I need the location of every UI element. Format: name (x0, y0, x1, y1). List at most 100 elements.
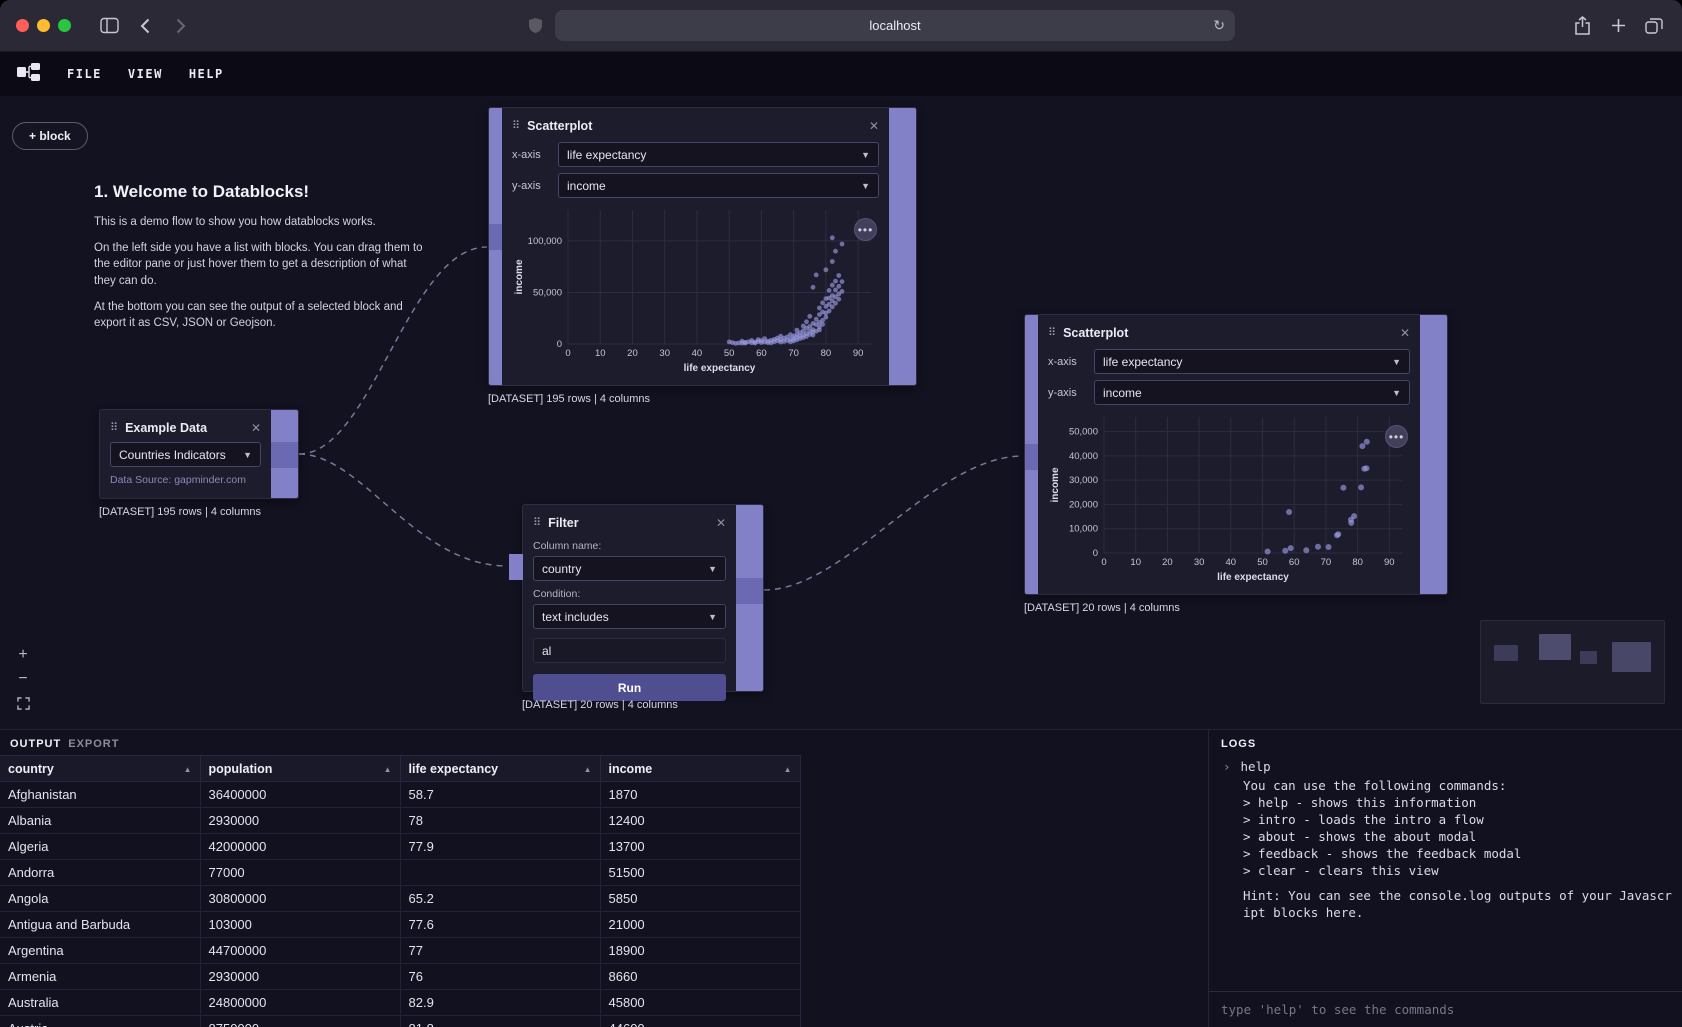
log-line: Hint: You can see the console.log output… (1243, 887, 1674, 921)
fit-view-button[interactable] (12, 692, 34, 714)
x-axis-select[interactable]: life expectancy▼ (558, 142, 879, 167)
svg-text:20,000: 20,000 (1069, 499, 1098, 510)
condition-select[interactable]: text includes▼ (533, 604, 726, 629)
more-options-button[interactable]: ••• (854, 218, 877, 241)
column-header-country[interactable]: ▲country (0, 756, 200, 782)
svg-text:10: 10 (595, 348, 606, 359)
chevron-down-icon: ▼ (708, 612, 717, 622)
share-icon[interactable] (1570, 14, 1594, 38)
menu-file[interactable]: FILE (67, 67, 102, 81)
close-icon[interactable]: ✕ (251, 422, 261, 434)
reload-icon[interactable]: ↻ (1213, 17, 1225, 34)
sort-icon[interactable]: ▲ (584, 765, 592, 774)
node-scatterplot-2[interactable]: ⠿ Scatterplot ✕ x-axis life expectancy▼ … (1024, 314, 1448, 595)
x-axis-select[interactable]: life expectancy▼ (1094, 349, 1410, 374)
drag-handle-icon[interactable]: ⠿ (1048, 328, 1056, 339)
close-window-button[interactable] (16, 19, 29, 32)
input-port-strip[interactable] (489, 108, 502, 385)
menu-help[interactable]: HELP (189, 67, 224, 81)
privacy-shield-icon[interactable] (528, 17, 543, 34)
input-port-strip[interactable] (1025, 315, 1038, 594)
chevron-down-icon: ▼ (861, 181, 870, 191)
output-table: ▲country▲population▲life expectancy▲inco… (0, 755, 801, 1027)
node-titlebar[interactable]: ⠿ Scatterplot ✕ (1048, 323, 1410, 343)
drag-handle-icon[interactable]: ⠿ (110, 423, 118, 434)
node-titlebar[interactable]: ⠿ Example Data ✕ (110, 418, 261, 438)
x-axis-label: x-axis (1048, 356, 1086, 368)
sort-icon[interactable]: ▲ (784, 765, 792, 774)
input-port[interactable] (489, 224, 502, 250)
sidebar-toggle-icon[interactable] (97, 14, 121, 38)
close-icon[interactable]: ✕ (869, 120, 879, 132)
browser-chrome: localhost ↻ (0, 0, 1682, 52)
svg-text:30,000: 30,000 (1069, 475, 1098, 486)
y-axis-select[interactable]: income▼ (1094, 380, 1410, 405)
node-title: Scatterplot (1063, 326, 1128, 340)
zoom-in-button[interactable]: + (12, 644, 34, 666)
more-options-button[interactable]: ••• (1385, 425, 1408, 448)
run-button[interactable]: Run (533, 674, 726, 701)
column-header-income[interactable]: ▲income (600, 756, 800, 782)
tab-output[interactable]: OUTPUT (10, 738, 61, 750)
dataset-select[interactable]: Countries Indicators▼ (110, 442, 261, 467)
zoom-window-button[interactable] (58, 19, 71, 32)
column-select[interactable]: country▼ (533, 556, 726, 581)
close-icon[interactable]: ✕ (1400, 327, 1410, 339)
node-title: Example Data (125, 421, 207, 435)
chevron-down-icon: ▼ (1392, 388, 1401, 398)
log-line: > feedback - shows the feedback modal (1243, 845, 1674, 862)
forward-button[interactable] (169, 14, 193, 38)
svg-text:10: 10 (1130, 557, 1141, 568)
minimize-window-button[interactable] (37, 19, 50, 32)
dataset-caption: [DATASET] 195 rows | 4 columns (488, 393, 650, 405)
column-header-population[interactable]: ▲population (200, 756, 400, 782)
node-filter[interactable]: ⠿ Filter ✕ Column name: country▼ Conditi… (522, 504, 764, 692)
url-bar[interactable]: localhost ↻ (555, 10, 1235, 41)
node-example-data[interactable]: ⠿ Example Data ✕ Countries Indicators▼ D… (99, 409, 299, 499)
output-port[interactable] (736, 578, 763, 604)
tab-export[interactable]: EXPORT (68, 738, 119, 750)
flow-canvas[interactable]: + block 1. Welcome to Datablocks! This i… (0, 96, 1682, 729)
log-line: You can use the following commands: (1243, 777, 1674, 794)
logs-input-row (1209, 991, 1682, 1027)
tab-overview-icon[interactable] (1642, 14, 1666, 38)
add-block-button[interactable]: + block (12, 122, 88, 150)
output-port-strip[interactable] (1420, 315, 1447, 594)
menu-view[interactable]: VIEW (128, 67, 163, 81)
close-icon[interactable]: ✕ (716, 517, 726, 529)
back-button[interactable] (133, 14, 157, 38)
svg-text:40,000: 40,000 (1069, 451, 1098, 462)
node-scatterplot-1[interactable]: ⠿ Scatterplot ✕ x-axis life expectancy▼ … (488, 107, 917, 386)
drag-handle-icon[interactable]: ⠿ (512, 121, 520, 132)
filter-query-field[interactable] (533, 638, 726, 663)
svg-text:40: 40 (1226, 557, 1237, 568)
svg-text:30: 30 (659, 348, 670, 359)
svg-text:20: 20 (1162, 557, 1173, 568)
logs-command-input[interactable] (1221, 1002, 1670, 1017)
svg-text:70: 70 (1321, 557, 1332, 568)
table-row: Albania29300007812400 (0, 808, 800, 834)
table-row: Armenia2930000768660 (0, 964, 800, 990)
new-tab-icon[interactable] (1606, 14, 1630, 38)
dataset-caption: [DATASET] 195 rows | 4 columns (99, 506, 261, 518)
filter-query-input[interactable] (542, 644, 717, 658)
input-port[interactable] (509, 554, 523, 580)
sort-icon[interactable]: ▲ (184, 765, 192, 774)
node-titlebar[interactable]: ⠿ Filter ✕ (533, 513, 726, 533)
column-header-life-expectancy[interactable]: ▲life expectancy (400, 756, 600, 782)
y-axis-select[interactable]: income▼ (558, 173, 879, 198)
app-menubar: FILE VIEW HELP (0, 52, 1682, 96)
svg-text:80: 80 (1352, 557, 1363, 568)
node-titlebar[interactable]: ⠿ Scatterplot ✕ (512, 116, 879, 136)
sort-icon[interactable]: ▲ (384, 765, 392, 774)
output-port-strip[interactable] (736, 505, 763, 691)
zoom-out-button[interactable]: − (12, 668, 34, 690)
input-port[interactable] (1025, 444, 1038, 470)
output-port[interactable] (271, 442, 298, 468)
drag-handle-icon[interactable]: ⠿ (533, 518, 541, 529)
output-port-strip[interactable] (271, 410, 298, 498)
output-port-strip[interactable] (889, 108, 916, 385)
minimap[interactable] (1480, 620, 1665, 704)
welcome-text: 1. Welcome to Datablocks! This is a demo… (94, 182, 428, 341)
logs-title: LOGS (1209, 730, 1682, 754)
